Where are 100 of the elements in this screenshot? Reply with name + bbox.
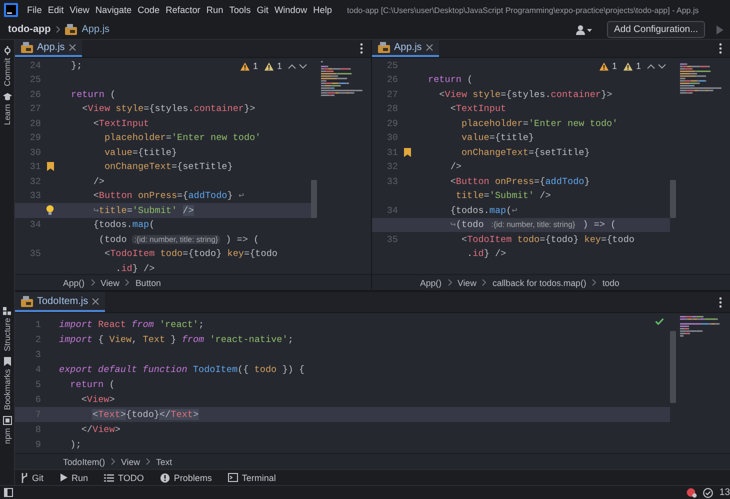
more-icon[interactable] [719,296,722,308]
code-line: .id} /> [114,262,155,274]
menu-item[interactable]: Window [271,5,310,15]
chevron-up-icon[interactable] [288,64,296,68]
breadcrumb[interactable]: todo [602,278,620,288]
check-circle-icon[interactable] [703,488,714,498]
tool-window-button[interactable]: Structure [2,318,12,352]
tool-window-button[interactable]: Terminal [242,472,276,483]
app-logo-icon[interactable] [4,3,18,17]
code-line: <Text>{todo}</Text> [91,409,199,420]
breadcrumb[interactable]: TodoItem() [63,456,106,467]
line-number: 8 [34,424,41,435]
menu-item[interactable]: Edit [44,5,67,15]
breadcrumb[interactable]: Text [156,456,172,467]
scrollbar-thumb[interactable] [311,180,317,218]
line-number: 32 [28,176,41,187]
more-icon[interactable] [719,43,722,54]
close-icon[interactable] [426,44,433,51]
breadcrumb[interactable]: View [121,456,140,467]
layout-toggle-icon[interactable] [4,488,13,497]
line-number: 32 [386,161,398,172]
warning-count[interactable]: 1 [252,61,258,71]
code-line: <TextInput [449,103,506,114]
breadcrumb[interactable]: Button [135,278,161,288]
code-line: <Button onPress={addTodo} [449,176,590,187]
code-line: <TodoItem todo={todo} key={todo [103,248,278,260]
tool-window-button[interactable]: Run [72,472,88,483]
line-number: 26 [386,74,398,86]
weak-warning-icon[interactable] [264,62,274,70]
code-line: <TodoItem todo={todo} key={todo [460,234,634,245]
breadcrumb[interactable]: View [100,278,120,288]
line-number: 33 [28,190,41,202]
bookmark-icon[interactable] [404,148,410,157]
status-counter[interactable]: 13 [719,487,730,498]
npm-icon [2,416,12,426]
warning-count[interactable]: 1 [612,61,617,71]
tool-window-button[interactable]: TODO [118,472,144,483]
line-number: 33 [386,176,398,187]
code-line: return ( [428,74,473,86]
warning-icon[interactable] [598,62,609,70]
project-breadcrumb[interactable]: todo-app [8,24,51,35]
breadcrumb[interactable]: App() [63,278,85,288]
user-menu-icon[interactable] [576,24,592,34]
js-file-icon [378,42,390,53]
bookmark-icon[interactable] [46,162,54,172]
line-number: 24 [28,60,41,71]
list-icon [104,474,114,482]
tool-window-button[interactable]: npm [2,428,12,444]
breadcrumb[interactable]: App() [420,278,442,288]
chevron-icon [90,279,95,286]
code-line: title='Submit' /> [454,190,551,202]
code-line: value={title} [103,146,178,158]
line-number: 29 [386,118,398,129]
editor-tab[interactable]: TodoItem.js [15,292,106,312]
alert-icon[interactable] [686,488,698,498]
menu-item[interactable]: Code [134,5,163,15]
tool-window-button[interactable]: Problems [174,472,212,483]
code-line: <TextInput [92,118,150,129]
menu-item[interactable]: Run [203,5,226,15]
code-line: placeholder='Enter new todo' [460,118,618,129]
close-icon[interactable] [92,298,100,304]
warning-count[interactable]: 1 [636,61,641,71]
weak-warning-icon[interactable] [622,62,633,70]
js-file-icon [21,42,33,53]
lightbulb-icon[interactable] [46,205,54,216]
line-number: 28 [386,103,398,114]
tool-window-button[interactable]: Bookmarks [2,369,12,410]
breadcrumb[interactable]: callback for todos.map() [492,278,586,288]
editor-tab[interactable]: App.js [372,40,439,57]
chevron-icon [482,279,486,286]
editor-tab[interactable]: App.js [15,40,82,57]
chevron-icon [56,26,60,33]
warning-count[interactable]: 1 [276,61,282,71]
play-icon [60,473,68,482]
chevron-down-icon[interactable] [299,64,307,68]
code-line: ); [69,439,82,450]
menu-item[interactable]: Navigate [92,5,135,15]
tool-window-button[interactable]: Git [32,472,44,483]
add-configuration-button[interactable]: Add Configuration... [607,21,705,38]
chevron-up-icon[interactable] [647,64,655,68]
close-icon[interactable] [68,44,76,51]
menu-item[interactable]: Refactor [162,5,204,15]
scrollbar-thumb[interactable] [670,180,676,218]
menu-item[interactable]: Git [254,5,272,15]
tool-window-button[interactable]: Learn [2,104,12,126]
file-breadcrumb[interactable]: App.js [82,24,110,35]
code-line: <View style={styles.container}> [81,103,256,114]
js-file-icon [21,296,33,306]
tool-window-button[interactable]: Commit [2,58,12,86]
menu-item[interactable]: Tools [226,5,254,15]
menu-item[interactable]: View [66,5,92,15]
menu-item[interactable]: File [24,5,45,15]
code-line: .id} /> [466,248,506,260]
warning-icon[interactable] [240,62,250,70]
chevron-down-icon[interactable] [658,64,666,68]
scrollbar-thumb[interactable] [670,331,676,403]
breadcrumb[interactable]: View [458,278,476,288]
more-icon[interactable] [360,43,363,54]
code-line: /> [449,161,462,172]
menu-item[interactable]: Help [310,5,336,15]
